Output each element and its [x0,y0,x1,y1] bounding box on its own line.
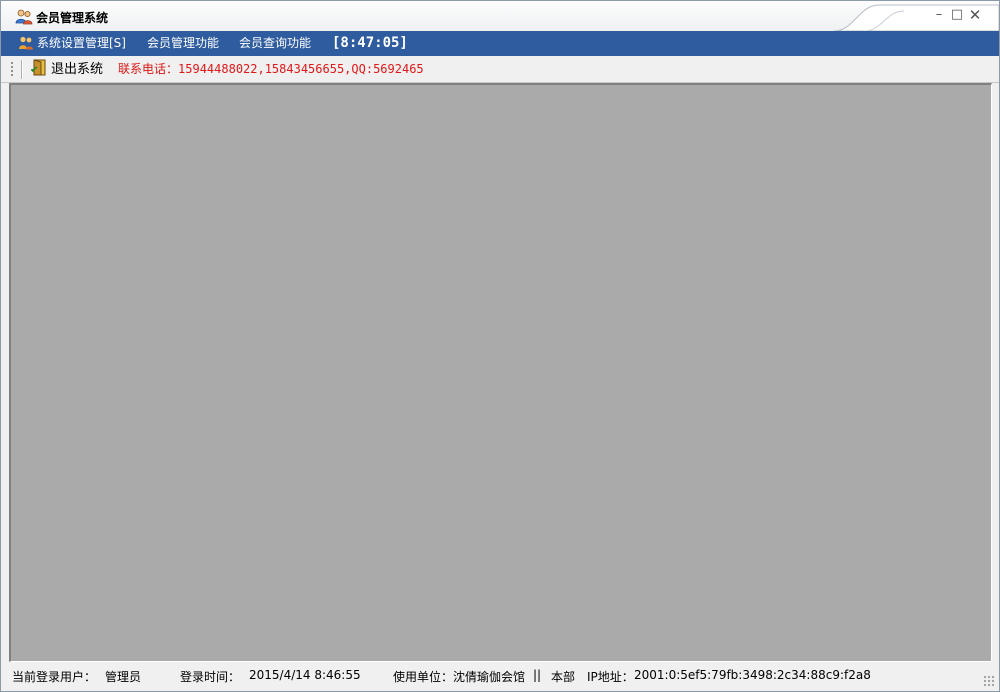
window-title: 会员管理系统 [36,11,109,25]
status-bar: 当前登录用户： 管理员 登录时间： 2015/4/14 8:46:55 使用单位… [1,664,999,691]
status-login-time-value: 2015/4/14 8:46:55 [249,668,361,682]
close-button[interactable]: ✕ [967,7,983,23]
status-branch: 本部 [551,670,576,684]
menu-member-management[interactable]: 会员管理功能 [147,31,219,56]
minimize-button[interactable]: – [931,7,947,23]
contact-info: 联系电话：15944488022,15843456655,QQ:5692465 [118,59,424,80]
status-ip-label: IP地址： [587,670,634,684]
mdi-client-area[interactable] [9,83,992,662]
status-org-value: 沈倩瑜伽会馆 [453,670,526,684]
contact-label: 联系电话： [118,62,179,76]
people-icon [19,36,33,50]
menu-member-query-label: 会员查询功能 [239,36,312,50]
resize-grip[interactable] [983,675,995,687]
main-window: 会员管理系统 – □ ✕ 系统设置管理[S] 会员管理功能 会员查询功能 [8:… [0,0,1000,692]
exit-door-icon [31,59,46,76]
status-user-label: 当前登录用户： [12,670,97,684]
menu-member-management-label: 会员管理功能 [147,36,220,50]
toolbar-separator [21,60,23,79]
title-bar[interactable]: 会员管理系统 – □ ✕ [1,1,999,31]
status-org-label: 使用单位： [393,670,454,684]
exit-system-label: 退出系统 [51,62,104,77]
status-ip-value: 2001:0:5ef5:79fb:3498:2c34:88c9:f2a8 [634,668,871,682]
window-right-edge [992,83,999,663]
menu-bar: 系统设置管理[S] 会员管理功能 会员查询功能 [8:47:05] [1,31,999,56]
menu-system-settings-label: 系统设置管理[S] [37,36,126,50]
status-user-value: 管理员 [105,670,142,684]
toolbar-grip[interactable] [10,61,14,78]
status-separator: || [533,668,542,682]
users-app-icon [15,9,33,25]
maximize-button[interactable]: □ [949,7,965,23]
toolbar: 退出系统 联系电话：15944488022,15843456655,QQ:569… [1,56,999,83]
menu-system-settings[interactable]: 系统设置管理[S] [18,31,126,56]
menu-member-query[interactable]: 会员查询功能 [239,31,311,56]
contact-numbers: 15944488022,15843456655,QQ:5692465 [178,62,424,76]
status-login-time-label: 登录时间： [180,670,241,684]
clock-display: [8:47:05] [332,35,408,51]
exit-system-button[interactable]: 退出系统 [31,59,103,80]
